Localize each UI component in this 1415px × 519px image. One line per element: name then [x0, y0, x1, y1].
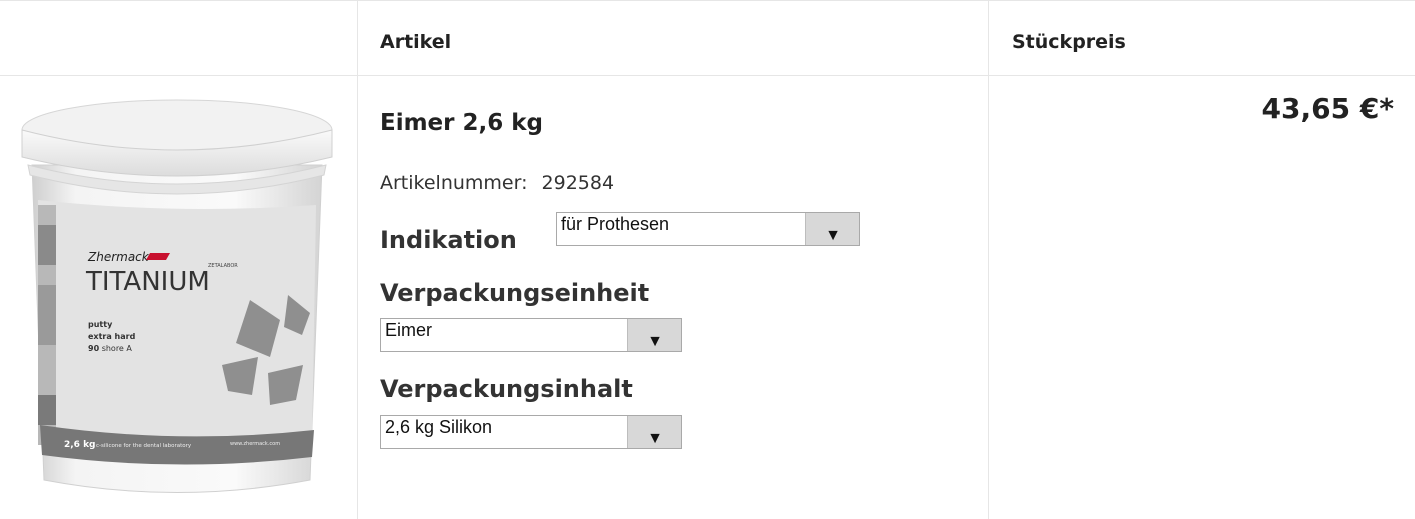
packing-content-select-value: 2,6 kg Silikon	[385, 417, 493, 437]
image-line3-rest: shore A	[102, 344, 133, 353]
svg-text:90 shore A: 90 shore A	[88, 344, 132, 353]
image-website: www.zhermack.com	[230, 441, 280, 447]
image-line3-bold: 90	[88, 344, 100, 353]
packing-content-label: Verpackungsinhalt	[380, 375, 633, 403]
image-weight: 2,6 kg	[64, 440, 96, 450]
column-header-price: Stückpreis	[1012, 31, 1126, 53]
packing-unit-select[interactable]: Eimer ▼	[380, 318, 682, 352]
unit-price: 43,65 €*	[1261, 92, 1394, 125]
column-divider-2	[988, 0, 989, 519]
packing-unit-dropdown-button[interactable]: ▼	[627, 319, 681, 351]
image-footer: c-silicone for the dental laboratory	[96, 443, 192, 449]
image-brand: Zhermack	[87, 250, 150, 264]
product-title: Eimer 2,6 kg	[380, 110, 544, 136]
image-line1: putty	[88, 320, 113, 329]
column-divider-1	[357, 0, 358, 519]
indication-select-value: für Prothesen	[561, 214, 670, 234]
article-number-label: Artikelnummer:	[380, 172, 528, 194]
column-header-article: Artikel	[380, 31, 452, 53]
image-product-name: TITANIUM	[85, 267, 210, 297]
product-image[interactable]: 2,6 kg c-silicone for the dental laborat…	[18, 95, 336, 500]
triangle-down-icon: ▼	[647, 430, 663, 447]
packing-content-dropdown-button[interactable]: ▼	[627, 416, 681, 448]
packing-unit-label: Verpackungseinheit	[380, 279, 650, 307]
image-subbrand: ZETALABOR	[208, 263, 238, 269]
packing-unit-select-value: Eimer	[385, 320, 433, 340]
article-number: Artikelnummer: 292584	[380, 172, 614, 194]
indication-select[interactable]: für Prothesen ▼	[556, 212, 860, 246]
image-line2: extra hard	[88, 332, 136, 341]
indication-label: Indikation	[380, 226, 517, 254]
header-divider	[0, 75, 1415, 76]
triangle-down-icon: ▼	[825, 227, 841, 244]
indication-dropdown-button[interactable]: ▼	[805, 213, 859, 245]
article-number-value: 292584	[541, 172, 615, 194]
triangle-down-icon: ▼	[647, 333, 663, 350]
packing-content-select[interactable]: 2,6 kg Silikon ▼	[380, 415, 682, 449]
table-top-border	[0, 0, 1415, 1]
brand-mark-icon	[146, 253, 170, 260]
